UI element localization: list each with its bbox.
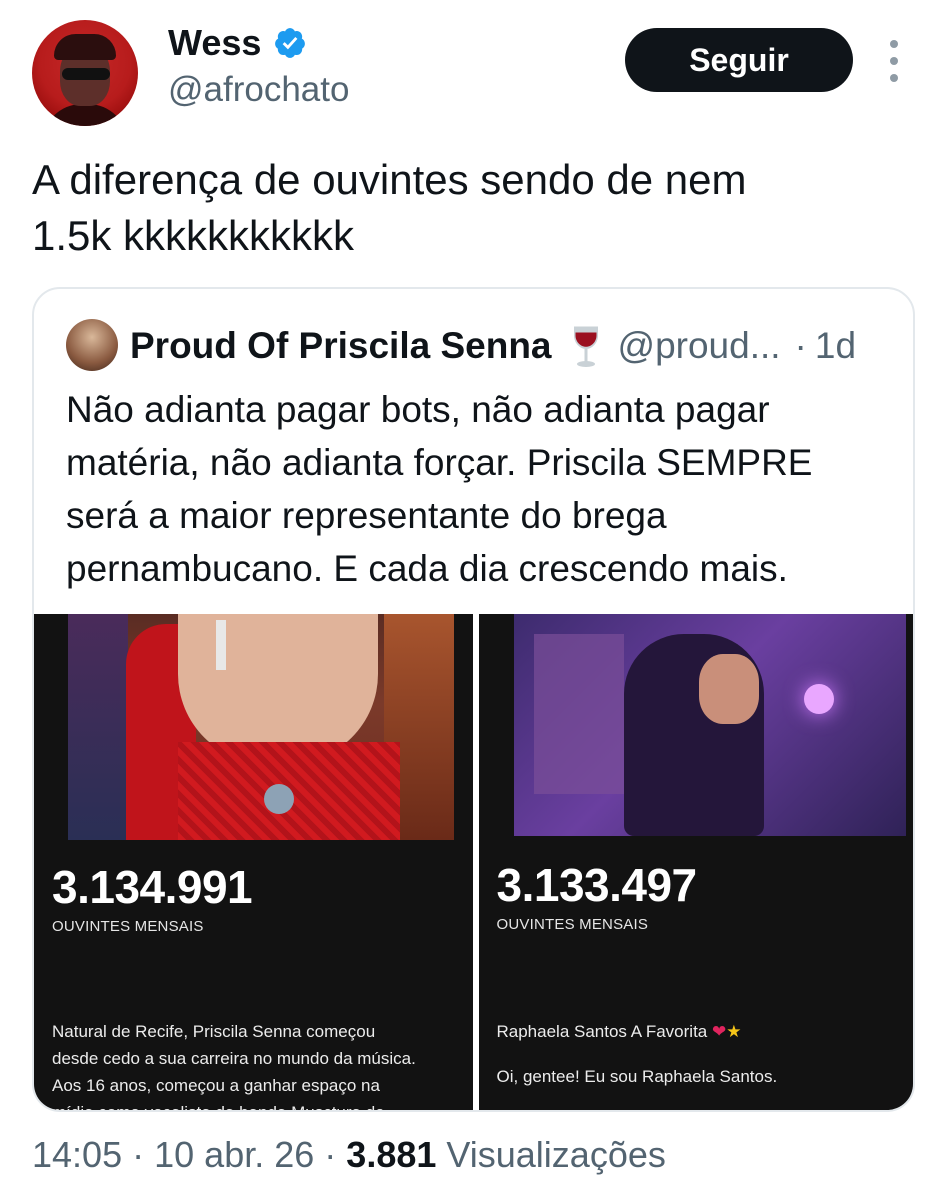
quote-media[interactable]: 3.134.991 OUVINTES MENSAIS Natural de Re…: [34, 614, 914, 1110]
artist-bio: Natural de Recife, Priscila Senna começo…: [52, 1018, 473, 1110]
quote-timestamp[interactable]: 1d: [815, 325, 856, 367]
media-image-right[interactable]: 3.133.497 OUVINTES MENSAIS Raphaela Sant…: [478, 614, 914, 1110]
tweet-date[interactable]: 10 abr. 26: [154, 1134, 314, 1175]
artist-bio-title: Raphaela Santos A Favorita: [496, 1022, 708, 1041]
photo-stage-light: [803, 684, 834, 714]
artist-photo: [513, 614, 906, 836]
star-icon: ★: [726, 1022, 742, 1041]
artist-bio-line: Raphaela Santos A Favorita ❤★: [496, 1018, 914, 1045]
monthly-listeners-label: OUVINTES MENSAIS: [52, 918, 204, 935]
more-dot: [890, 57, 898, 65]
quote-separator: ·: [794, 325, 807, 366]
artist-bio: Raphaela Santos A Favorita ❤★ Oi, gentee…: [496, 1018, 914, 1090]
quote-author-name[interactable]: Proud Of Priscila Senna: [130, 325, 552, 367]
photo-face: [698, 654, 759, 724]
views-count: 3.881: [346, 1134, 437, 1175]
quote-text-line: será a maior representante do brega: [66, 495, 667, 536]
artist-bio-line: mídia como vocalista da banda Musctura d…: [52, 1099, 473, 1110]
author-name-row[interactable]: Wess: [168, 22, 307, 64]
artist-bio-line: Oi, gentee! Eu sou Raphaela Santos.: [496, 1067, 778, 1086]
wine-glass-icon: [573, 326, 598, 367]
follow-button[interactable]: Seguir: [625, 28, 853, 92]
avatar-cap: [54, 34, 116, 60]
more-dot: [890, 74, 898, 82]
more-dot: [890, 40, 898, 48]
author-handle[interactable]: @afrochato: [168, 70, 349, 110]
quote-header: Proud Of Priscila Senna @proud... · 1d: [130, 323, 856, 369]
quote-text: Não adianta pagar bots, não adianta paga…: [66, 383, 906, 595]
more-options-icon[interactable]: [882, 40, 906, 82]
author-avatar[interactable]: [32, 20, 138, 126]
quote-text-line: Não adianta pagar bots, não adianta paga…: [66, 389, 770, 430]
tweet-text-line: A diferença de ouvintes sendo de nem: [32, 156, 747, 203]
tweet-text-line: 1.5k kkkkkkkkkkk: [32, 212, 355, 259]
quote-author-handle[interactable]: @proud...: [618, 325, 781, 367]
photo-background: [68, 614, 128, 840]
monthly-listeners-count: 3.134.991: [52, 861, 253, 913]
tweet-meta: 14:05 · 10 abr. 26 · 3.881 Visualizações: [32, 1134, 666, 1176]
meta-separator: ·: [132, 1134, 145, 1175]
media-image-left[interactable]: 3.134.991 OUVINTES MENSAIS Natural de Re…: [34, 614, 473, 1110]
avatar-shirt: [42, 104, 128, 126]
monthly-listeners-count: 3.133.497: [496, 859, 698, 911]
photo-stage-screen: [533, 634, 624, 794]
photo-earring: [216, 620, 226, 670]
quote-author-avatar[interactable]: [66, 319, 118, 371]
quoted-tweet[interactable]: Proud Of Priscila Senna @proud... · 1d N…: [32, 287, 915, 1112]
avatar-glasses: [62, 68, 110, 80]
artist-photo: [68, 614, 454, 840]
quote-text-line: pernambucano. E cada dia crescendo mais.: [66, 548, 788, 589]
photo-microphone: [264, 784, 294, 814]
quote-text-line: matéria, não adianta forçar. Priscila SE…: [66, 442, 813, 483]
tweet-text: A diferença de ouvintes sendo de nem 1.5…: [32, 152, 912, 264]
artist-bio-line: Aos 16 anos, começou a ganhar espaço na: [52, 1076, 380, 1095]
artist-bio-line: Natural de Recife, Priscila Senna começo…: [52, 1022, 376, 1041]
author-name[interactable]: Wess: [168, 22, 261, 64]
artist-bio-line: desde cedo a sua carreira no mundo da mú…: [52, 1049, 416, 1068]
views-label: Visualizações: [446, 1134, 666, 1175]
verified-badge-icon: [275, 28, 306, 58]
meta-separator: ·: [324, 1134, 337, 1175]
tweet-time[interactable]: 14:05: [32, 1134, 122, 1175]
heart-icon: ❤: [711, 1022, 727, 1041]
monthly-listeners-label: OUVINTES MENSAIS: [496, 916, 649, 933]
